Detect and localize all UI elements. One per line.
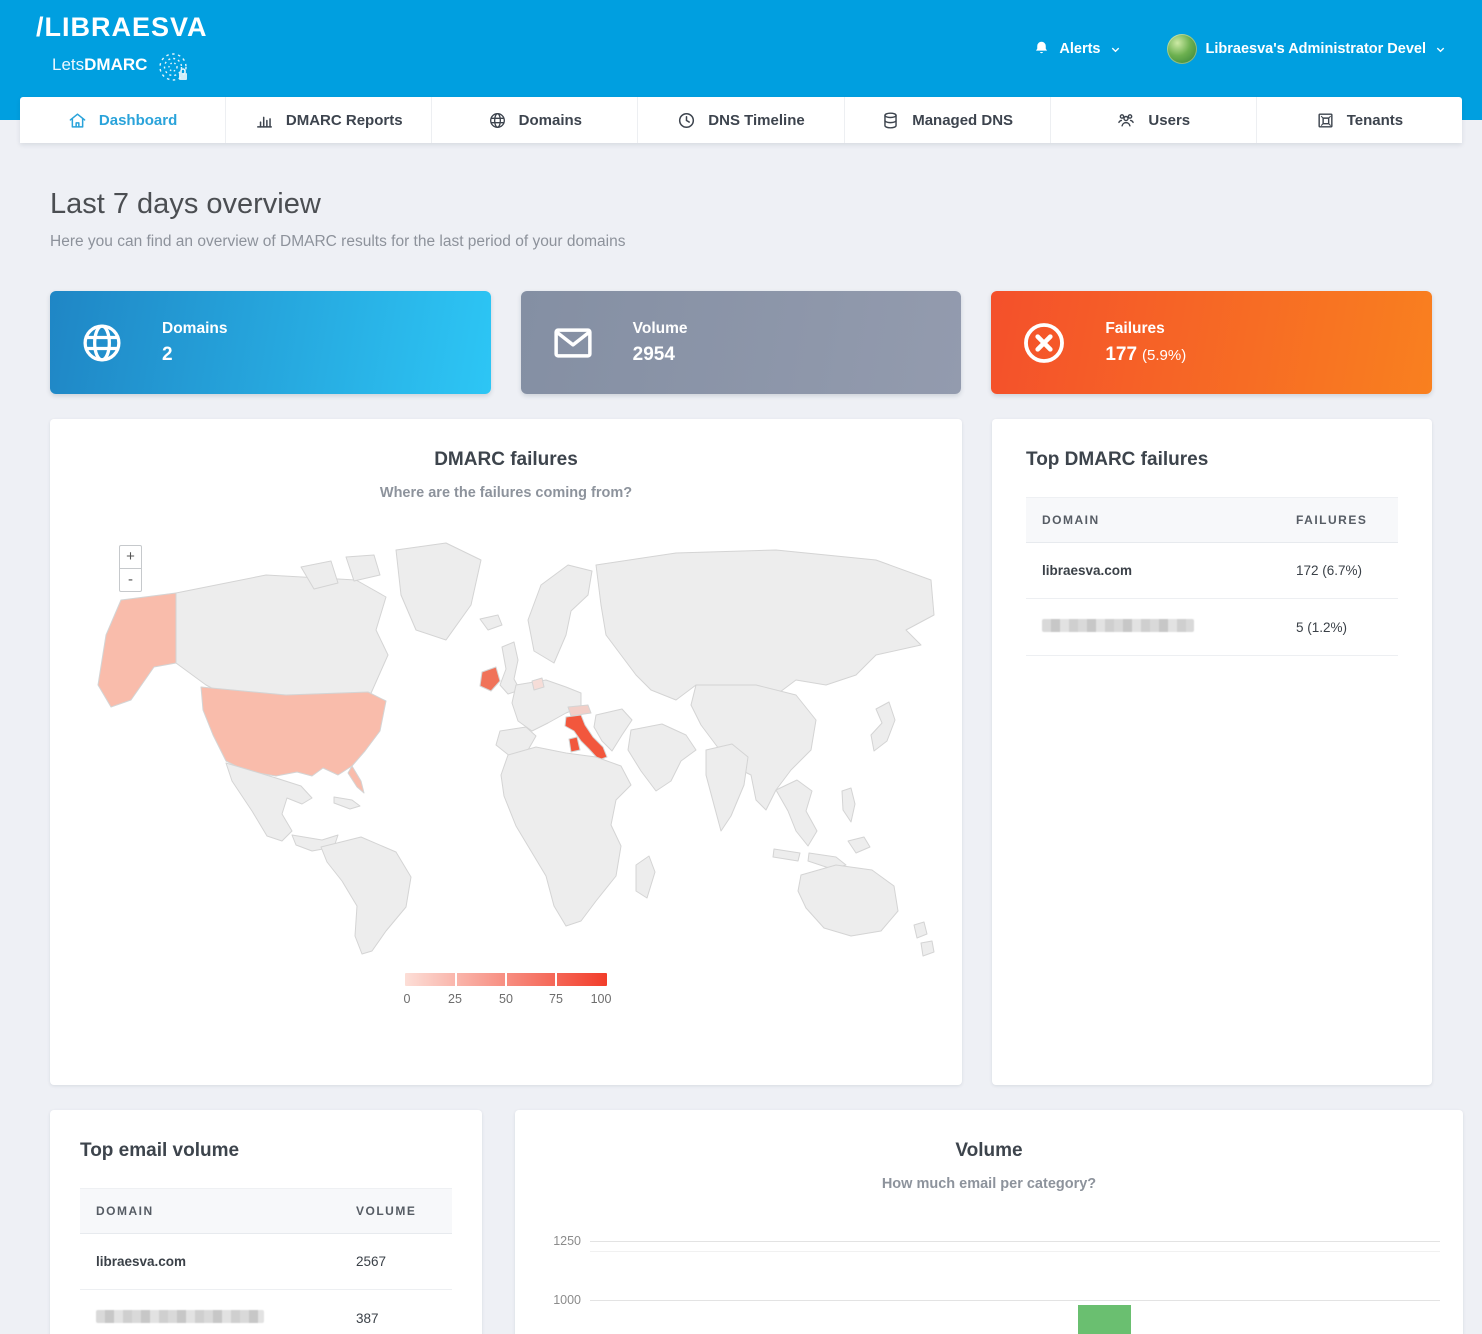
page-subtitle: Here you can find an overview of DMARC r… [50,233,1432,251]
stat-label: Domains [162,320,227,338]
volume-chart-card: Volume How much email per category? 1250… [515,1110,1463,1334]
stat-card-failures[interactable]: Failures 177(5.9%) [991,291,1432,394]
legend-tick: 25 [448,992,462,1006]
domain-cell: libraesva.com [80,1234,340,1289]
top-volume-table: DOMAIN VOLUME libraesva.com 2567 387 [80,1188,452,1334]
nav-item-users[interactable]: Users [1050,97,1256,143]
map-zoom-out-button[interactable]: - [119,568,142,592]
user-name: Libraesva's Administrator Devel [1206,41,1427,57]
map-card-subtitle: Where are the failures coming from? [50,485,962,501]
nav-label: Users [1148,112,1190,129]
nav-item-domains[interactable]: Domains [431,97,637,143]
brand-lets-text: Lets [52,55,84,75]
nav-item-dmarc-reports[interactable]: DMARC Reports [225,97,431,143]
gridline-1000 [590,1300,1440,1301]
legend-tick: 50 [499,992,513,1006]
clock-icon [677,111,696,130]
user-menu[interactable]: Libraesva's Administrator Devel [1167,34,1447,64]
top-volume-title: Top email volume [80,1140,452,1162]
stats-row: Domains 2 Volume 2954 Failures 177(5.9%) [50,291,1432,394]
stat-card-domains[interactable]: Domains 2 [50,291,491,394]
legend-tick: 100 [591,992,612,1006]
volume-cell: 2567 [340,1234,452,1289]
alerts-label: Alerts [1059,41,1100,57]
legend-tick: 75 [549,992,563,1006]
stat-suffix: (5.9%) [1142,347,1186,364]
top-failures-title: Top DMARC failures [1026,449,1398,471]
green-volume-bar [1078,1305,1131,1334]
chevron-down-icon [1110,44,1121,55]
volume-cell: 387 [340,1291,452,1334]
volume-chart-subtitle: How much email per category? [515,1176,1463,1192]
brand-name: /LIBRAESVA [36,12,208,43]
domain-cell-redacted [1026,599,1280,655]
nav-item-tenants[interactable]: Tenants [1256,97,1462,143]
y-axis-tick: 1000 [515,1293,581,1307]
globe-icon [488,111,507,130]
map-color-legend: 0 25 50 75 100 [405,973,607,1014]
avatar [1167,34,1197,64]
domain-cell: libraesva.com [1026,543,1280,598]
volume-bar-chart[interactable]: 1250 1000 [515,1218,1463,1334]
stat-value: 2954 [633,344,688,366]
bar-chart-icon [255,111,274,130]
globe-icon [80,321,124,365]
fingerprint-logo-icon [155,49,191,85]
bell-icon [1033,40,1050,57]
top-email-volume-card: Top email volume DOMAIN VOLUME libraesva… [50,1110,482,1334]
nav-label: Domains [519,112,582,129]
tenants-icon [1316,111,1335,130]
home-icon [68,111,87,130]
x-circle-icon [1021,320,1067,366]
dashboard-content: Last 7 days overview Here you can find a… [0,143,1482,1334]
nav-label: Tenants [1347,112,1403,129]
users-icon [1116,110,1136,130]
main-nav: Dashboard DMARC Reports Domains DNS Time… [20,97,1462,143]
legend-gradient-bar [405,973,607,986]
nav-item-dns-timeline[interactable]: DNS Timeline [637,97,843,143]
stat-value: 177(5.9%) [1105,344,1186,366]
brand-dmarc-text: DMARC [84,55,147,75]
nav-label: DMARC Reports [286,112,403,129]
gridline-1250 [590,1241,1440,1242]
nav-label: DNS Timeline [708,112,804,129]
map-zoom-in-button[interactable]: + [119,545,142,569]
chevron-down-icon [1435,44,1446,55]
brand-logo[interactable]: /LIBRAESVA LetsDMARC [36,12,208,85]
alerts-menu[interactable]: Alerts [1033,40,1120,57]
nav-label: Managed DNS [912,112,1013,129]
volume-chart-title: Volume [515,1140,1463,1162]
table-row[interactable]: 387 [80,1290,452,1334]
world-map[interactable]: + - [76,535,936,957]
top-failures-table: DOMAIN FAILURES libraesva.com 172 (6.7%)… [1026,497,1398,656]
gridline-minor [590,1251,1440,1252]
choropleth-map-svg [76,535,936,957]
column-header-domain: DOMAIN [80,1189,340,1233]
nav-item-dashboard[interactable]: Dashboard [20,97,225,143]
top-dmarc-failures-card: Top DMARC failures DOMAIN FAILURES libra… [992,419,1432,1085]
dmarc-failures-map-card: DMARC failures Where are the failures co… [50,419,962,1085]
table-row[interactable]: libraesva.com 172 (6.7%) [1026,543,1398,599]
stat-label: Volume [633,320,688,338]
domain-cell-redacted [80,1290,340,1334]
nav-item-managed-dns[interactable]: Managed DNS [844,97,1050,143]
stat-value: 2 [162,344,227,366]
stat-label: Failures [1105,320,1186,338]
database-icon [881,111,900,130]
nav-label: Dashboard [99,112,177,129]
page-title: Last 7 days overview [50,188,1432,221]
envelope-icon [551,321,595,365]
table-row[interactable]: 5 (1.2%) [1026,599,1398,656]
column-header-volume: VOLUME [340,1189,452,1233]
column-header-domain: DOMAIN [1026,498,1280,542]
stat-card-volume[interactable]: Volume 2954 [521,291,962,394]
column-header-failures: FAILURES [1280,498,1398,542]
map-card-title: DMARC failures [50,449,962,471]
table-row[interactable]: libraesva.com 2567 [80,1234,452,1290]
y-axis-tick: 1250 [515,1234,581,1248]
failures-cell: 5 (1.2%) [1280,600,1398,655]
failures-cell: 172 (6.7%) [1280,543,1398,598]
legend-tick: 0 [404,992,411,1006]
